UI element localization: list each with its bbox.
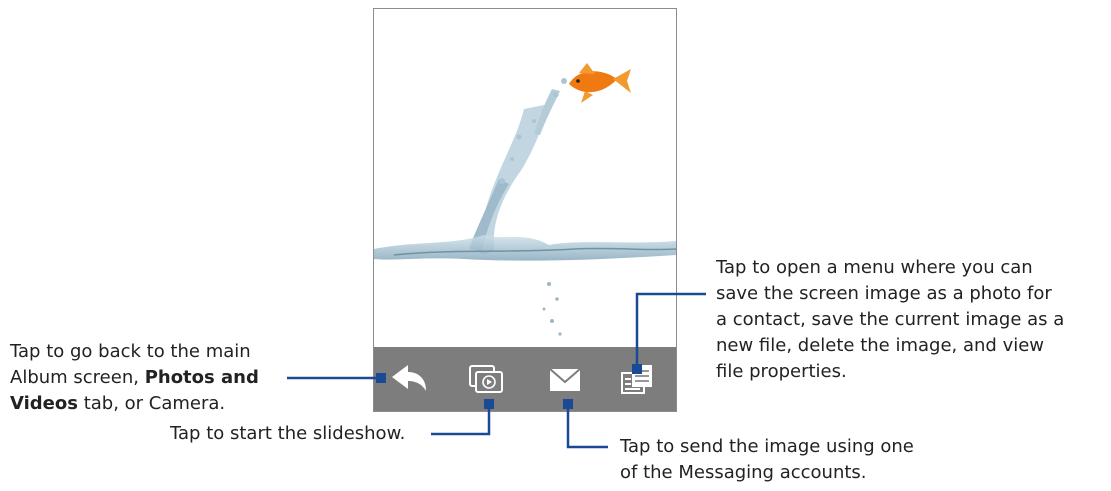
- back-callout-marker: [376, 373, 386, 383]
- send-callout-text: Tap to send the image using one of the M…: [620, 436, 914, 483]
- slideshow-callout-line: [431, 405, 491, 436]
- slideshow-callout-marker: [484, 399, 494, 409]
- slideshow-callout-text: Tap to start the slideshow.: [170, 423, 406, 444]
- back-callout-line-2: Album screen, Photos and: [10, 367, 259, 388]
- back-callout-line-1: Tap to go back to the main: [10, 341, 251, 362]
- callout-lines: [287, 292, 706, 449]
- back-callout-line-3: Videos tab, or Camera.: [10, 393, 226, 414]
- back-callout-text: Tap to go back to the main Album screen,…: [10, 339, 259, 417]
- menu-callout-text: Tap to open a menu where you can save th…: [716, 257, 1065, 382]
- send-callout-line: [566, 405, 608, 449]
- send-callout-marker: [563, 399, 573, 409]
- menu-callout-line: [635, 292, 706, 367]
- menu-callout-marker: [632, 364, 642, 374]
